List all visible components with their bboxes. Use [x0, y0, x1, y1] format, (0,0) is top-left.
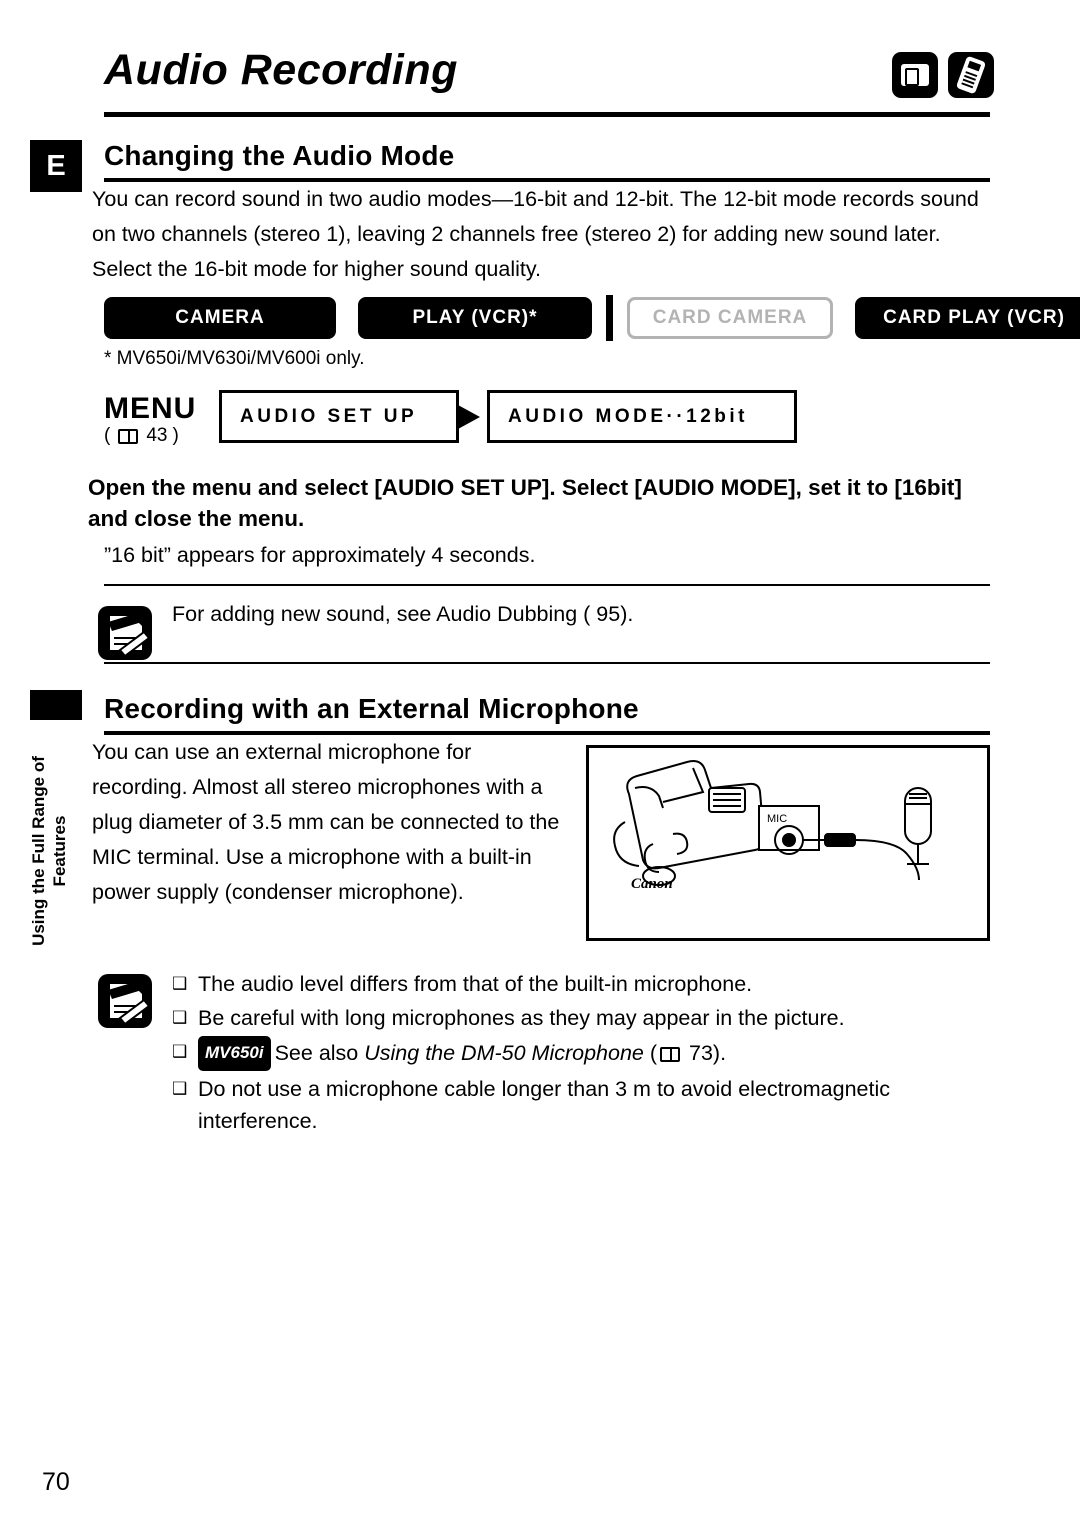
camera-mode-icon	[892, 52, 938, 98]
svg-text:Canon: Canon	[631, 876, 673, 892]
bullet-marker: ❑	[172, 1042, 188, 1061]
bullets-pencil-icon	[98, 974, 152, 1028]
bullet-italic-reference: Using the DM-50 Microphone	[364, 1041, 644, 1065]
bullet-marker: ❑	[172, 1079, 188, 1098]
bullet-text: Do not use a microphone cable longer tha…	[198, 1077, 890, 1133]
menu-item-audio-mode: AUDIO MODE··12bit	[487, 390, 797, 443]
language-tab: E	[30, 140, 82, 192]
section-2-bullet-list: ❑ The audio level differs from that of t…	[172, 968, 992, 1139]
list-item: ❑ The audio level differs from that of t…	[172, 968, 992, 1000]
model-badge: MV650i	[198, 1036, 271, 1071]
bullet-text: The audio level differs from that of the…	[198, 972, 753, 996]
mode-button-camera: CAMERA	[104, 297, 336, 339]
note-pencil-icon	[98, 606, 152, 660]
mode-button-card-play-vcr: CARD PLAY (VCR)	[855, 297, 1080, 339]
page-number: 70	[42, 1468, 70, 1496]
side-tab-marker	[30, 690, 82, 720]
menu-item-audio-set-up: AUDIO SET UP	[219, 390, 459, 443]
book-icon	[660, 1047, 681, 1062]
section-1-heading: Changing the Audio Mode	[104, 140, 455, 171]
list-item: ❑ Be careful with long microphones as th…	[172, 1002, 992, 1034]
remote-mode-icon	[948, 52, 994, 98]
page-title: Audio Recording	[104, 46, 458, 94]
mode-separator	[606, 295, 613, 341]
list-item: ❑ MV650i See also Using the DM-50 Microph…	[172, 1036, 992, 1071]
footnote-text: * MV650i/MV630i/MV600i only.	[104, 348, 365, 369]
list-item: ❑ Do not use a microphone cable longer t…	[172, 1073, 992, 1137]
menu-label: MENU	[104, 392, 197, 425]
book-icon	[118, 428, 139, 444]
section-2-heading: Recording with an External Microphone	[104, 693, 639, 724]
side-tab-label: Using the Full Range of Features	[29, 756, 69, 946]
section-1-instruction: Open the menu and select [AUDIO SET UP].…	[88, 475, 962, 531]
section-1-note: For adding new sound, see Audio Dubbing …	[172, 597, 992, 632]
svg-text:MIC: MIC	[767, 813, 787, 825]
section-1-footnote: * MV650i/MV630i/MV600i only.	[104, 348, 365, 370]
section-1-subnote: ”16 bit” appears for approximately 4 sec…	[104, 543, 536, 567]
mode-button-row: CAMERA PLAY (VCR)* CARD CAMERA CARD PLAY…	[104, 295, 1080, 341]
mode-button-card-camera: CARD CAMERA	[627, 297, 833, 339]
menu-page-reference: (43)	[104, 425, 179, 446]
mode-icon-group	[892, 52, 994, 98]
menu-arrow-icon	[458, 405, 480, 429]
section-1-paragraph: You can record sound in two audio modes—…	[92, 187, 979, 281]
bullet-text-with-badge: MV650i See also Using the DM-50 Microphon…	[198, 1036, 992, 1071]
menu-ref-number: 43	[146, 425, 168, 446]
bullet-marker: ❑	[172, 1008, 188, 1027]
external-microphone-illustration: Canon MIC	[586, 745, 990, 941]
mode-button-play-vcr: PLAY (VCR)*	[358, 297, 592, 339]
note-divider-top	[104, 584, 990, 586]
bullet-text: Be careful with long microphones as they…	[198, 1006, 845, 1030]
section-1-note-text: For adding new sound, see Audio Dubbing …	[172, 602, 634, 626]
note-divider-bottom	[104, 662, 990, 664]
header-divider	[104, 112, 990, 117]
bullet-marker: ❑	[172, 974, 188, 993]
section-2-paragraph: You can use an external microphone for r…	[92, 740, 560, 904]
manual-page: Audio Recording E Using the Full Range o…	[0, 0, 1080, 1535]
